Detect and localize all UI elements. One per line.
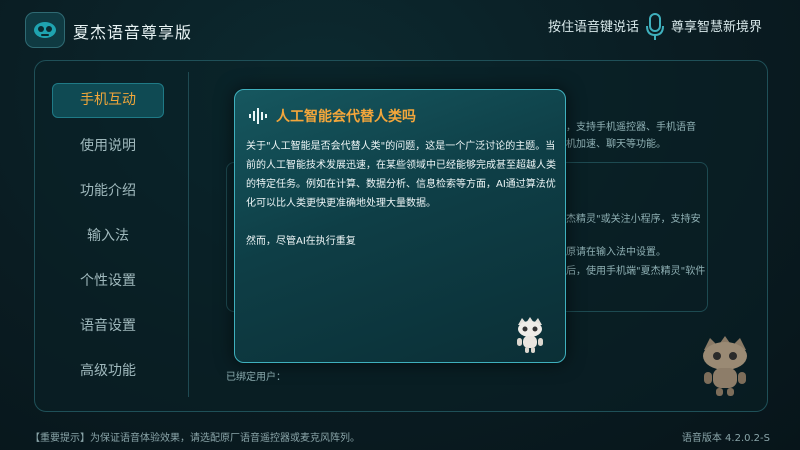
sidebar-item-instructions[interactable]: 使用说明 [52, 130, 164, 163]
content-text: 后，使用手机端"夏杰精灵"软件 [566, 266, 706, 277]
sidebar: 手机互动 使用说明 功能介绍 输入法 个性设置 语音设置 高级功能 [52, 83, 164, 400]
dialog-paragraph: 然而，尽管AI在执行重复 [246, 236, 356, 247]
slogan: 尊享智慧新境界 [671, 20, 763, 35]
soundwave-icon [249, 108, 269, 128]
dialog-paragraph: 关于"人工智能是否会代替人类"的问题，这是一个广泛讨论的主题。当前的人工智能技术… [246, 141, 556, 209]
content-text: ，支持手机遥控器、手机语音 [566, 122, 696, 133]
voice-hint: 按住语音键说话 [548, 20, 640, 35]
bound-user-label: 已绑定用户： [226, 372, 286, 383]
dialog-title: 人工智能会代替人类吗 [276, 109, 416, 125]
robot-mascot-icon [696, 334, 754, 402]
robot-mascot-icon [514, 316, 546, 358]
sidebar-item-input-method[interactable]: 输入法 [52, 220, 164, 253]
sidebar-item-advanced[interactable]: 高级功能 [52, 355, 164, 388]
sidebar-item-voice-settings[interactable]: 语音设置 [52, 310, 164, 343]
version-label: 语音版本 4.2.0.2-S [681, 433, 770, 444]
app-title: 夏杰语音尊享版 [73, 23, 193, 42]
app-logo-icon [25, 12, 65, 48]
sidebar-item-phone-interaction[interactable]: 手机互动 [52, 83, 164, 118]
divider [188, 72, 189, 397]
dialog-body: 关于"人工智能是否会代替人类"的问题，这是一个广泛讨论的主题。当前的人工智能技术… [246, 137, 556, 270]
content-text: 原请在输入法中设置。 [566, 247, 666, 258]
sidebar-item-features[interactable]: 功能介绍 [52, 175, 164, 208]
ai-answer-dialog: 人工智能会代替人类吗 关于"人工智能是否会代替人类"的问题，这是一个广泛讨论的主… [234, 89, 566, 363]
content-text: 杰精灵"或关注小程序，支持安 [566, 214, 701, 225]
content-text: 机加速、聊天等功能。 [566, 139, 666, 150]
important-notice: 【重要提示】为保证语音体验效果，请选配原厂语音遥控器或麦克风阵列。 [30, 433, 360, 444]
sidebar-item-personalization[interactable]: 个性设置 [52, 265, 164, 298]
microphone-icon[interactable] [645, 13, 665, 45]
